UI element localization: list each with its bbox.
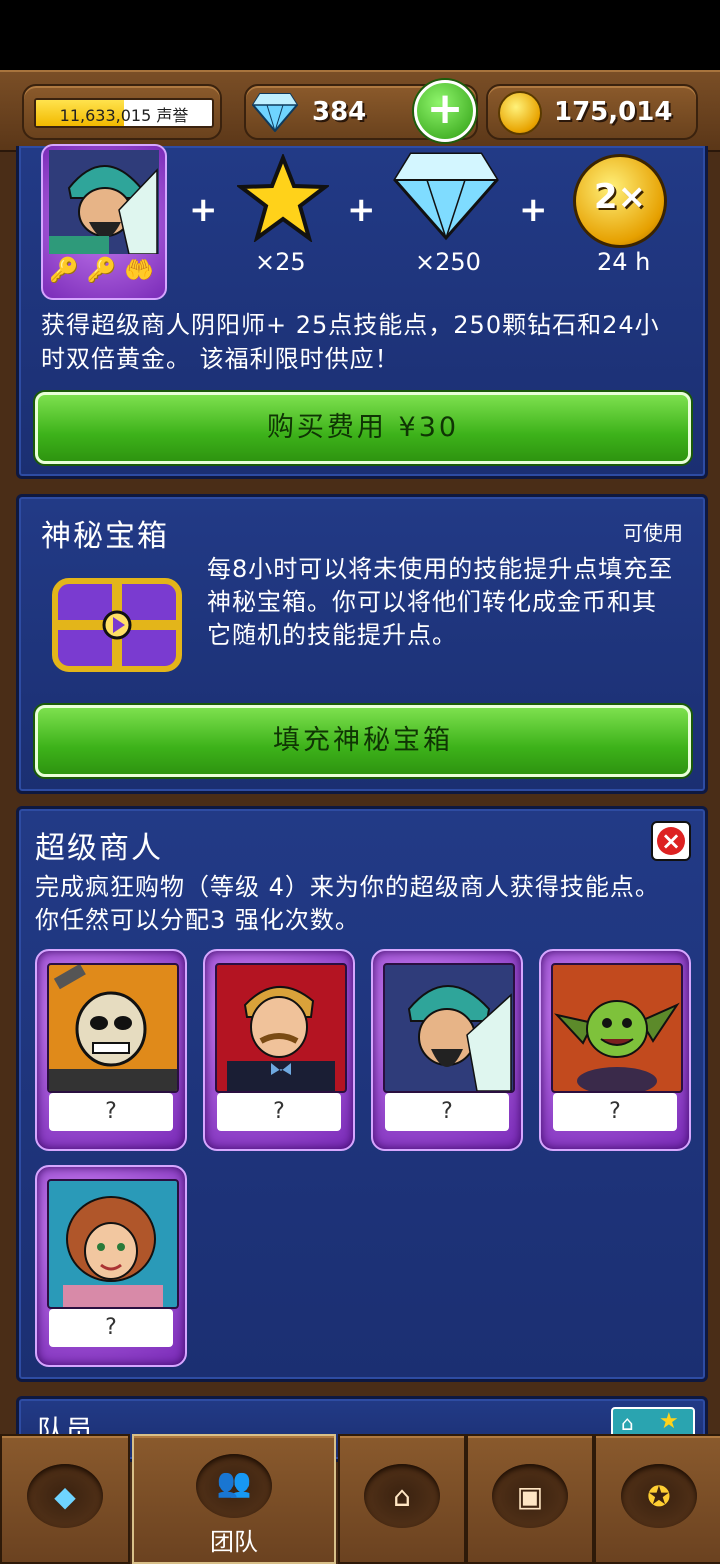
card-slot: ? xyxy=(217,1093,341,1131)
onmyoji-card: 🔑 🔑 🤲 xyxy=(41,144,167,300)
shop-icon: ⌂ xyxy=(393,1480,411,1513)
merchant-card-girl[interactable]: ? xyxy=(35,1165,187,1367)
close-icon: × xyxy=(657,827,685,855)
plus-sign: + xyxy=(189,190,218,230)
goblin-portrait xyxy=(554,1000,680,1091)
resource-bar: 11,633,015 声誉 384 + 175,014 xyxy=(0,70,720,152)
merchant-card-skeleton[interactable]: ? xyxy=(35,949,187,1151)
fill-mystery-chest-button[interactable]: 填充神秘宝箱 xyxy=(35,705,691,777)
offer-description: 获得超级商人阴阳师+ 25点技能点，250颗钻石和24小时双倍黄金。 该福利限时… xyxy=(41,311,660,373)
status-bar xyxy=(0,0,720,70)
super-merchant-title: 超级商人 xyxy=(35,831,163,866)
diamond-quantity: ×250 xyxy=(415,248,481,276)
skill-icons: 🔑 🔑 🤲 xyxy=(49,256,154,284)
card-slot: ? xyxy=(49,1309,173,1347)
diamond-icon xyxy=(252,93,298,132)
gold-count: 175,014 xyxy=(554,97,673,127)
treasure-chest-icon xyxy=(52,578,182,672)
girl-portrait xyxy=(63,1196,163,1307)
tab-team-label: 团队 xyxy=(210,1528,258,1556)
tab-diamonds[interactable]: ◆ xyxy=(0,1434,130,1564)
offer-panel: 🔑 🔑 🤲 + ×25 + ×250 + 2× 24 h 获得超级商人阴阳师+ … xyxy=(16,144,708,479)
mystery-chest-panel: 神秘宝箱 可使用 每8小时可以将未使用的技能提升点填充至神秘宝箱。你可以将他们转… xyxy=(16,494,708,794)
close-button[interactable]: × xyxy=(651,821,691,861)
merchant-card-onmyoji[interactable]: ? xyxy=(371,949,523,1151)
tab-team[interactable]: 👥 团队 xyxy=(132,1434,336,1564)
add-diamonds-button[interactable]: + xyxy=(414,80,476,142)
mystery-chest-description: 每8小时可以将未使用的技能提升点填充至神秘宝箱。你可以将他们转化成金币和其它随机… xyxy=(207,555,674,649)
diamond-icon: ◆ xyxy=(54,1480,76,1513)
team-icon: 👥 xyxy=(216,1466,252,1499)
merchant-card-goblin[interactable]: ? xyxy=(539,949,691,1151)
gentleman-portrait xyxy=(227,986,335,1091)
plus-icon: + xyxy=(426,83,464,134)
reputation-value: 11,633,015 xyxy=(59,106,152,125)
gold-pill[interactable]: 175,014 xyxy=(486,84,698,140)
mystery-chest-title: 神秘宝箱 xyxy=(41,519,169,554)
buy-offer-button[interactable]: 购买费用 ¥30 xyxy=(35,392,691,464)
plus-sign: + xyxy=(519,190,548,230)
super-merchant-description: 完成疯狂购物（等级 4）来为你的超级商人获得技能点。 你任然可以分配3 强化次数… xyxy=(35,873,660,934)
double-gold-coin-icon: 2× xyxy=(573,154,667,248)
onmyoji-portrait xyxy=(49,150,159,254)
gold-coin-icon xyxy=(498,91,542,135)
medal-icon: ✪ xyxy=(647,1480,671,1513)
tab-chest[interactable]: ▣ xyxy=(466,1434,594,1564)
plus-sign: + xyxy=(347,190,376,230)
card-slot: ? xyxy=(553,1093,677,1131)
card-slot: ? xyxy=(385,1093,509,1131)
onmyoji-portrait xyxy=(407,985,512,1091)
tab-shop[interactable]: ⌂ xyxy=(338,1434,466,1564)
reputation-pill: 11,633,015 声誉 xyxy=(22,84,222,140)
star-quantity: ×25 xyxy=(255,248,306,276)
double-duration: 24 h xyxy=(597,248,651,276)
star-icon xyxy=(237,154,329,242)
card-slot: ? xyxy=(49,1093,173,1131)
double-badge: 2× xyxy=(593,177,647,217)
super-merchant-panel: 超级商人 × 完成疯狂购物（等级 4）来为你的超级商人获得技能点。 你任然可以分… xyxy=(16,806,708,1382)
tab-achievements[interactable]: ✪ xyxy=(594,1434,720,1564)
diamond-icon xyxy=(393,152,499,241)
star-icon: ★ xyxy=(659,1409,679,1434)
chest-icon: ▣ xyxy=(516,1480,544,1513)
merchant-card-gentleman[interactable]: ? xyxy=(203,949,355,1151)
reputation-progress-bar: 11,633,015 声誉 xyxy=(34,98,214,128)
home-icon: ⌂ xyxy=(621,1411,634,1435)
reputation-label: 声誉 xyxy=(156,106,189,125)
diamond-count: 384 xyxy=(312,97,367,127)
skeleton-portrait xyxy=(49,965,177,1091)
mystery-chest-status: 可使用 xyxy=(623,521,683,545)
